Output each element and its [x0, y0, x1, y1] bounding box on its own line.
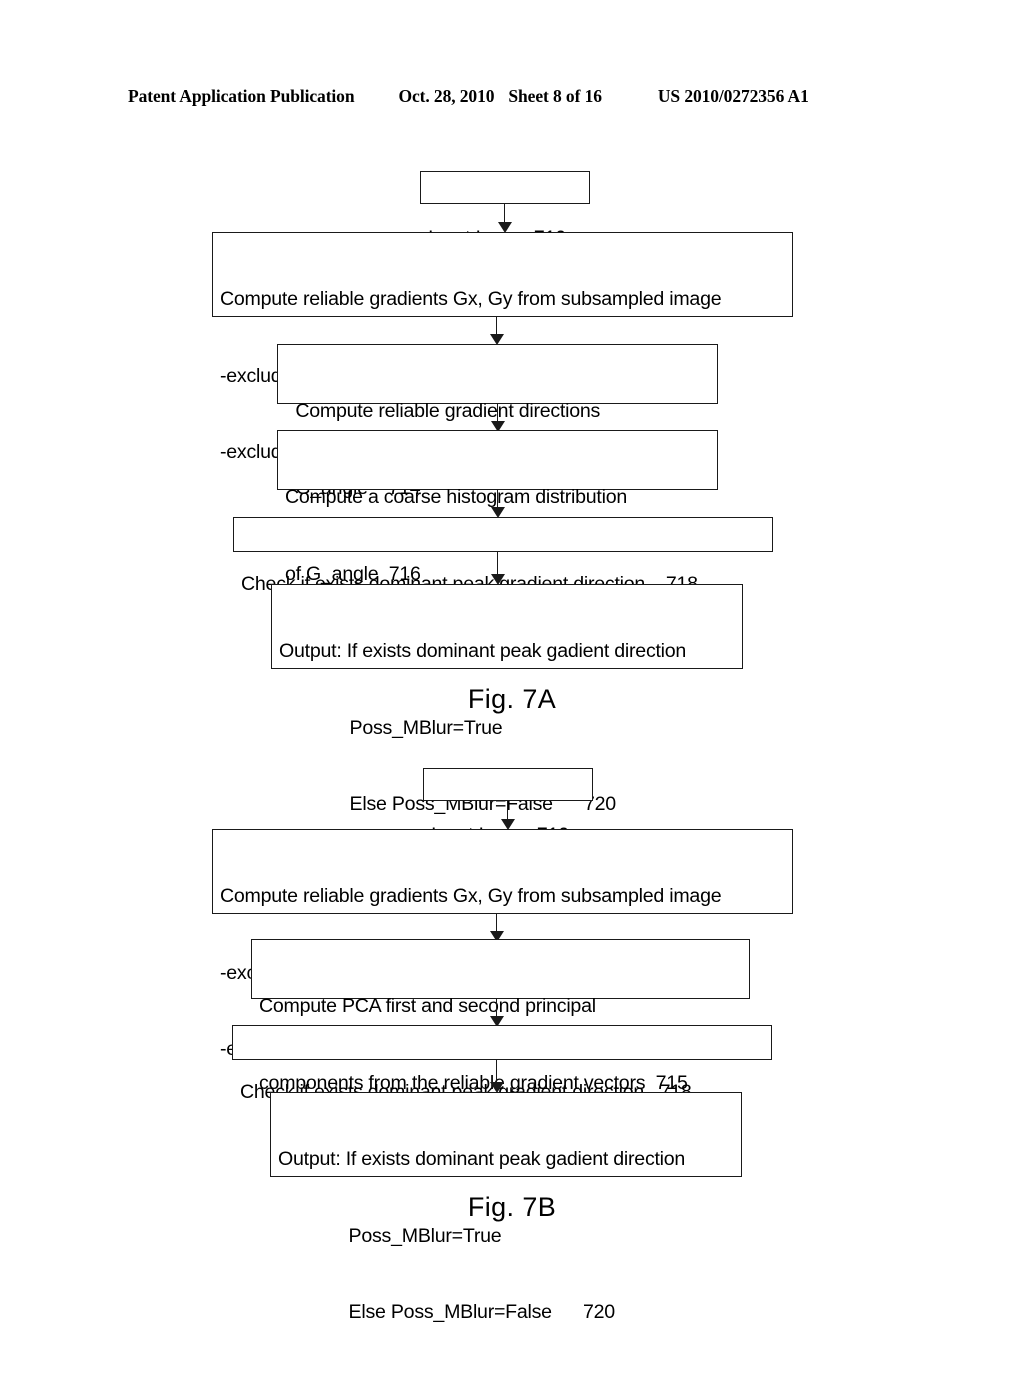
flow-node-gradient-directions-714: Compute reliable gradient directions G_a… [277, 344, 718, 499]
flow-arrow-716-to-718 [490, 490, 506, 518]
publication-header: Patent Application Publication Oct. 28, … [128, 86, 896, 112]
flow-node-compute-gradients-712: Compute reliable gradients Gx, Gy from s… [212, 829, 793, 1060]
node-line: Poss_MBlur=True [348, 1224, 502, 1247]
figure-caption-7a: Fig. 7A [0, 684, 1024, 715]
flow-node-input-image-710: Input Image 710 [420, 171, 590, 249]
sheet-number: Sheet 8 of 16 [508, 86, 602, 106]
flow-node-check-peak-718: Check if exists dominant peak gradient d… [232, 1025, 772, 1103]
flow-arrow-710-to-712 [500, 801, 516, 830]
figure-caption-text: Fig. 7A [467, 684, 557, 714]
flow-arrow-715-to-718 [489, 999, 505, 1027]
flow-arrow-718-to-720 [489, 1060, 505, 1093]
figure-7b: Input Image 710 Compute reliable gradien… [0, 758, 1024, 1323]
flow-arrow-718-to-720 [490, 552, 506, 585]
node-line: Compute reliable gradients Gx, Gy from s… [220, 288, 722, 310]
flow-node-coarse-histogram-716: Compute a coarse histogram distribution … [277, 430, 718, 585]
publication-title: Patent Application Publication [128, 86, 355, 106]
figure-7a: Input Image 710 Compute reliable gradien… [0, 160, 1024, 815]
node-line: Compute reliable gradients Gx, Gy from s… [220, 885, 722, 907]
figure-caption-7b: Fig. 7B [0, 1192, 1024, 1223]
flow-arrow-714-to-716 [490, 404, 506, 432]
patent-number: US 2010/0272356 A1 [657, 86, 809, 106]
flow-arrow-710-to-712 [497, 204, 513, 233]
flow-node-output-720: Output: If exists dominant peak gadient … [271, 584, 743, 815]
flow-node-compute-gradients-712: Compute reliable gradients Gx, Gy from s… [212, 232, 793, 463]
flow-node-input-image-710: Input Image 710 [423, 768, 593, 846]
node-line: Else Poss_MBlur=False 720 [348, 1301, 616, 1323]
node-line: Poss_MBlur=True [349, 716, 503, 739]
flow-node-check-peak-718: Check if exists dominant peak gradient d… [233, 517, 773, 595]
figure-caption-text: Fig. 7B [467, 1192, 557, 1222]
flow-node-compute-pca-715: Compute PCA first and second principal c… [251, 939, 750, 1094]
flow-arrow-712-to-715 [489, 914, 505, 942]
flow-node-output-720: Output: If exists dominant peak gadient … [270, 1092, 742, 1323]
flow-arrow-712-to-714 [489, 317, 505, 345]
node-line: Output: If exists dominant peak gadient … [278, 1148, 686, 1170]
node-line: Output: If exists dominant peak gadient … [279, 640, 687, 662]
publication-date: Oct. 28, 2010 [398, 86, 495, 106]
